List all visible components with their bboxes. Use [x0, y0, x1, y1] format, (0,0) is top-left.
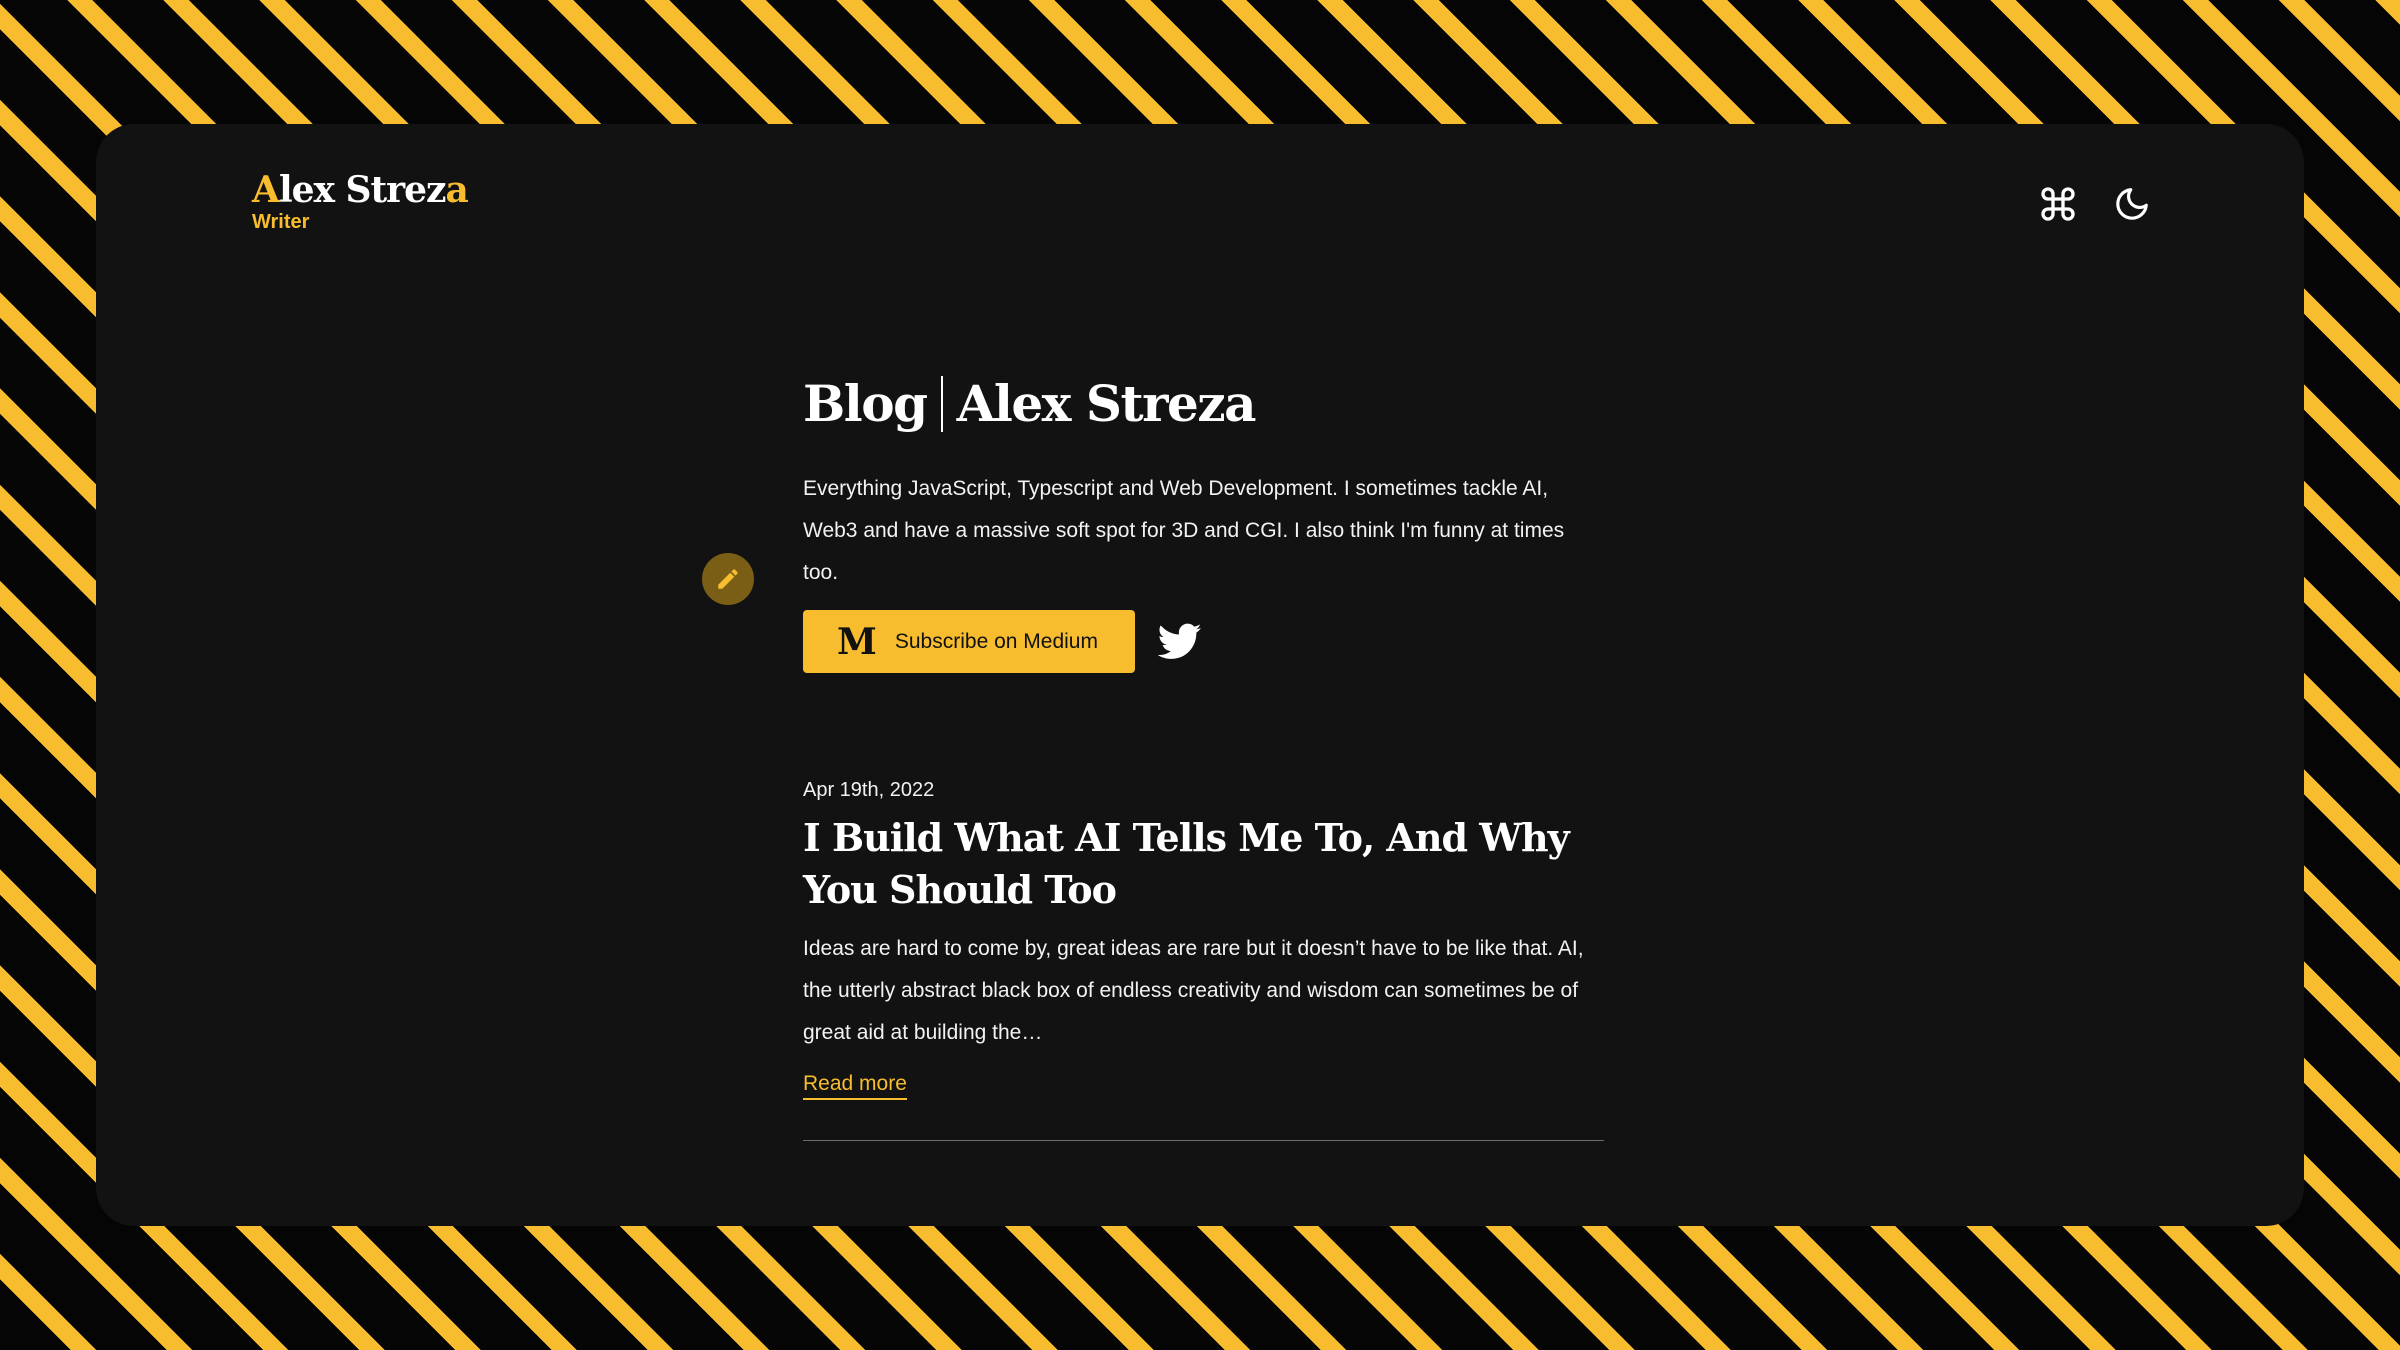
subscribe-label: Subscribe on Medium	[894, 629, 1098, 653]
main-card: Alex Streza Writer Blog Alex Streza Ever…	[96, 124, 2304, 1226]
post-date: Apr 19th, 2022	[803, 779, 935, 801]
brand-name-middle: lex Strez	[278, 169, 447, 211]
subscribe-actions: M Subscribe on Medium	[803, 610, 1604, 673]
command-icon[interactable]	[2036, 182, 2080, 226]
blog-post: Apr 19th, 2022 I Build What AI Tells Me …	[803, 779, 1604, 1141]
title-divider	[940, 376, 943, 432]
medium-icon: M	[837, 620, 877, 663]
moon-icon[interactable]	[2110, 182, 2154, 226]
page-title-author: Alex Streza	[956, 374, 1257, 433]
twitter-icon[interactable]	[1155, 617, 1205, 667]
post-title[interactable]: I Build What AI Tells Me To, And Why You…	[803, 812, 1604, 916]
blog-content: Blog Alex Streza Everything JavaScript, …	[803, 374, 1604, 1141]
post-excerpt: Ideas are hard to come by, great ideas a…	[803, 937, 1584, 1044]
brand-name-first-letter: A	[252, 169, 280, 211]
page-title-blog: Blog	[803, 374, 928, 433]
post-divider	[803, 1140, 1604, 1141]
blog-description: Everything JavaScript, Typescript and We…	[803, 477, 1565, 584]
brand-name: Alex Streza	[252, 169, 469, 211]
brand-subtitle: Writer	[252, 211, 310, 233]
page-title: Blog Alex Streza	[803, 374, 1604, 434]
brand-name-last-letter: a	[445, 169, 468, 211]
read-more-link[interactable]: Read more	[803, 1072, 907, 1100]
header-actions	[2036, 182, 2154, 226]
pencil-icon	[702, 553, 754, 605]
subscribe-medium-button[interactable]: M Subscribe on Medium	[803, 610, 1135, 673]
brand-logo[interactable]: Alex Streza Writer	[252, 169, 469, 234]
